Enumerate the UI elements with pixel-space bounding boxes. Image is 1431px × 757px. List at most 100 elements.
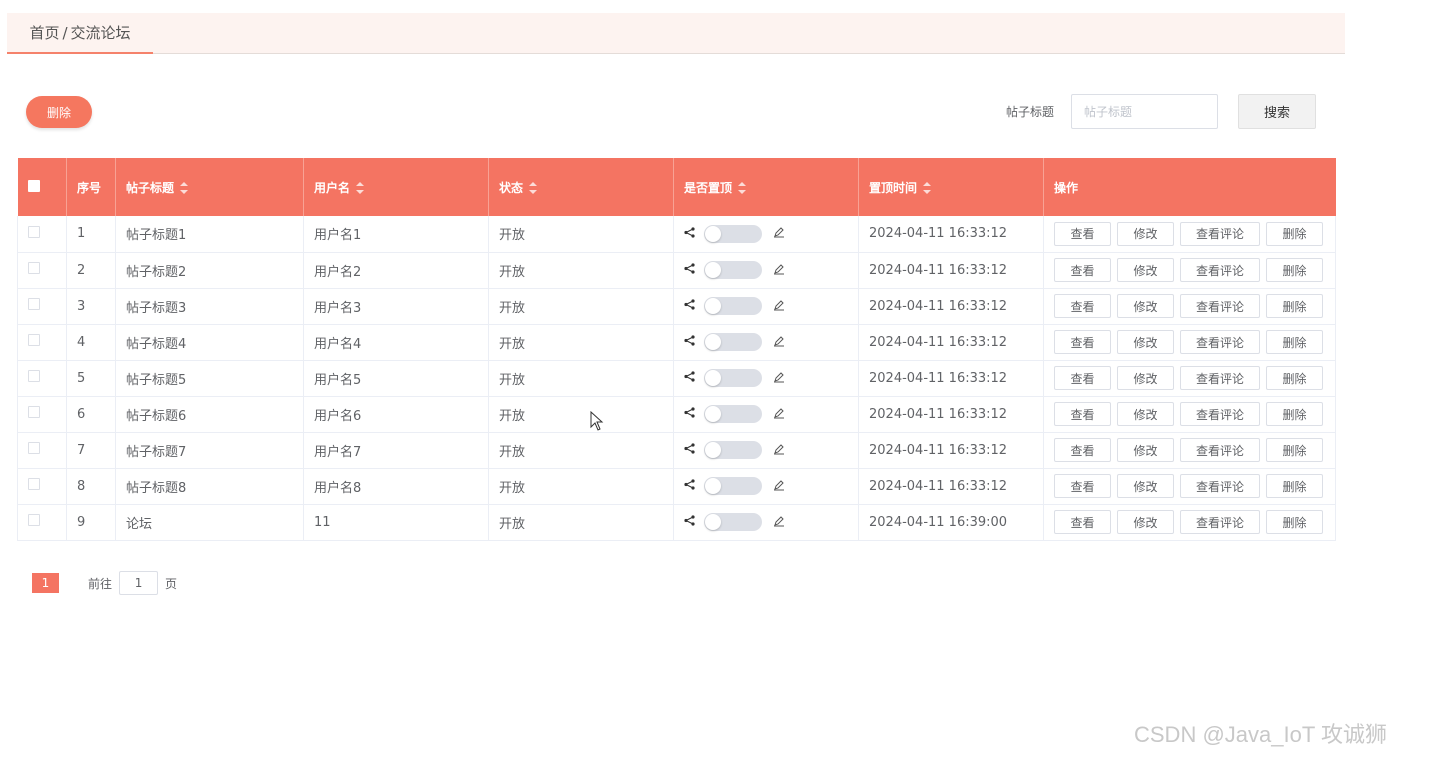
is-top-toggle[interactable]: [704, 369, 762, 387]
is-top-toggle[interactable]: [704, 405, 762, 423]
view-comments-button[interactable]: 查看评论: [1180, 402, 1260, 426]
view-button[interactable]: 查看: [1054, 402, 1111, 426]
select-all-checkbox[interactable]: [27, 179, 40, 192]
is-top-toggle[interactable]: [704, 261, 762, 279]
row-checkbox[interactable]: [28, 442, 40, 454]
pencil-icon[interactable]: [773, 263, 785, 278]
view-button[interactable]: 查看: [1054, 366, 1111, 390]
header-title[interactable]: 帖子标题: [115, 158, 304, 216]
is-top-toggle[interactable]: [704, 297, 762, 315]
is-top-toggle[interactable]: [704, 513, 762, 531]
view-comments-button[interactable]: 查看评论: [1180, 258, 1260, 282]
row-is-top: [673, 468, 859, 505]
edit-button[interactable]: 修改: [1117, 221, 1174, 246]
header-status[interactable]: 状态: [488, 158, 674, 216]
edit-button[interactable]: 修改: [1117, 366, 1174, 390]
header-top-time[interactable]: 置顶时间: [858, 158, 1044, 216]
is-top-toggle[interactable]: [704, 224, 762, 243]
view-comments-button[interactable]: 查看评论: [1180, 294, 1260, 318]
delete-button[interactable]: 删除: [1266, 474, 1323, 498]
row-select-cell[interactable]: [17, 324, 67, 361]
pencil-icon[interactable]: [773, 479, 785, 494]
pencil-icon[interactable]: [773, 335, 785, 350]
row-checkbox[interactable]: [28, 225, 40, 238]
is-top-toggle[interactable]: [704, 477, 762, 495]
view-comments-button[interactable]: 查看评论: [1180, 221, 1260, 246]
select-all-cell[interactable]: [17, 158, 67, 216]
row-select-cell[interactable]: [17, 468, 67, 505]
view-button[interactable]: 查看: [1054, 510, 1111, 534]
row-checkbox[interactable]: [28, 406, 40, 418]
view-button[interactable]: 查看: [1054, 474, 1111, 498]
view-comments-button[interactable]: 查看评论: [1180, 438, 1260, 462]
row-checkbox[interactable]: [28, 370, 40, 382]
row-top-time: 2024-04-11 16:33:12: [858, 252, 1044, 289]
row-checkbox[interactable]: [28, 334, 40, 346]
edit-button[interactable]: 修改: [1117, 330, 1174, 354]
pencil-icon[interactable]: [773, 371, 785, 386]
sort-caret-icon[interactable]: [180, 182, 189, 194]
row-select-cell[interactable]: [17, 288, 67, 325]
row-select-cell[interactable]: [17, 360, 67, 397]
sort-caret-icon[interactable]: [738, 182, 747, 194]
edit-button[interactable]: 修改: [1117, 402, 1174, 426]
view-comments-button[interactable]: 查看评论: [1180, 474, 1260, 498]
delete-button[interactable]: 删除: [1266, 438, 1323, 462]
is-top-toggle[interactable]: [704, 441, 762, 459]
page-number-current[interactable]: 1: [32, 573, 59, 593]
row-select-cell[interactable]: [17, 432, 67, 469]
pencil-icon[interactable]: [773, 226, 785, 241]
view-button[interactable]: 查看: [1054, 330, 1111, 354]
row-index: 3: [66, 288, 116, 325]
pencil-icon[interactable]: [773, 407, 785, 422]
delete-button[interactable]: 删除: [1266, 366, 1323, 390]
sort-caret-icon[interactable]: [923, 182, 932, 194]
delete-button[interactable]: 删除: [1266, 258, 1323, 282]
view-button[interactable]: 查看: [1054, 438, 1111, 462]
row-checkbox[interactable]: [28, 298, 40, 310]
edit-button[interactable]: 修改: [1117, 474, 1174, 498]
edit-button[interactable]: 修改: [1117, 294, 1174, 318]
breadcrumb-home[interactable]: 首页: [29, 22, 59, 43]
view-comments-button[interactable]: 查看评论: [1180, 510, 1260, 534]
header-username[interactable]: 用户名: [303, 158, 489, 216]
search-button[interactable]: 搜索: [1238, 94, 1316, 129]
edit-button[interactable]: 修改: [1117, 510, 1174, 534]
row-checkbox[interactable]: [28, 514, 40, 526]
delete-button[interactable]: 删除: [1266, 221, 1323, 246]
row-select-cell[interactable]: [17, 504, 67, 541]
search-input[interactable]: [1071, 94, 1218, 129]
delete-button[interactable]: 删除: [1266, 294, 1323, 318]
sort-caret-icon[interactable]: [529, 182, 538, 194]
is-top-toggle[interactable]: [704, 333, 762, 351]
pencil-icon[interactable]: [773, 515, 785, 530]
row-username: 11: [303, 504, 489, 541]
row-checkbox[interactable]: [28, 262, 40, 274]
breadcrumb[interactable]: 首页 / 交流论坛: [7, 13, 153, 54]
sort-caret-icon[interactable]: [356, 182, 365, 194]
header-index: 序号: [66, 158, 116, 216]
table-row: 7 帖子标题7 用户名7 开放 2024-04-11 16:33:12 查看 修…: [17, 432, 1336, 469]
row-select-cell[interactable]: [17, 216, 67, 253]
view-button[interactable]: 查看: [1054, 258, 1111, 282]
row-select-cell[interactable]: [17, 396, 67, 433]
pencil-icon[interactable]: [773, 443, 785, 458]
row-checkbox[interactable]: [28, 478, 40, 490]
delete-button[interactable]: 删除: [1266, 402, 1323, 426]
edit-button[interactable]: 修改: [1117, 258, 1174, 282]
edit-button[interactable]: 修改: [1117, 438, 1174, 462]
view-comments-button[interactable]: 查看评论: [1180, 330, 1260, 354]
view-button[interactable]: 查看: [1054, 221, 1111, 246]
row-index: 2: [66, 252, 116, 289]
share-icon: [684, 515, 696, 529]
row-select-cell[interactable]: [17, 252, 67, 289]
view-comments-button[interactable]: 查看评论: [1180, 366, 1260, 390]
view-button[interactable]: 查看: [1054, 294, 1111, 318]
pencil-icon[interactable]: [773, 299, 785, 314]
delete-button[interactable]: 删除: [1266, 330, 1323, 354]
header-is-top[interactable]: 是否置顶: [673, 158, 859, 216]
batch-delete-button[interactable]: 删除: [26, 96, 92, 128]
row-top-time: 2024-04-11 16:33:12: [858, 468, 1044, 505]
delete-button[interactable]: 删除: [1266, 510, 1323, 534]
goto-page-input[interactable]: [119, 571, 159, 595]
